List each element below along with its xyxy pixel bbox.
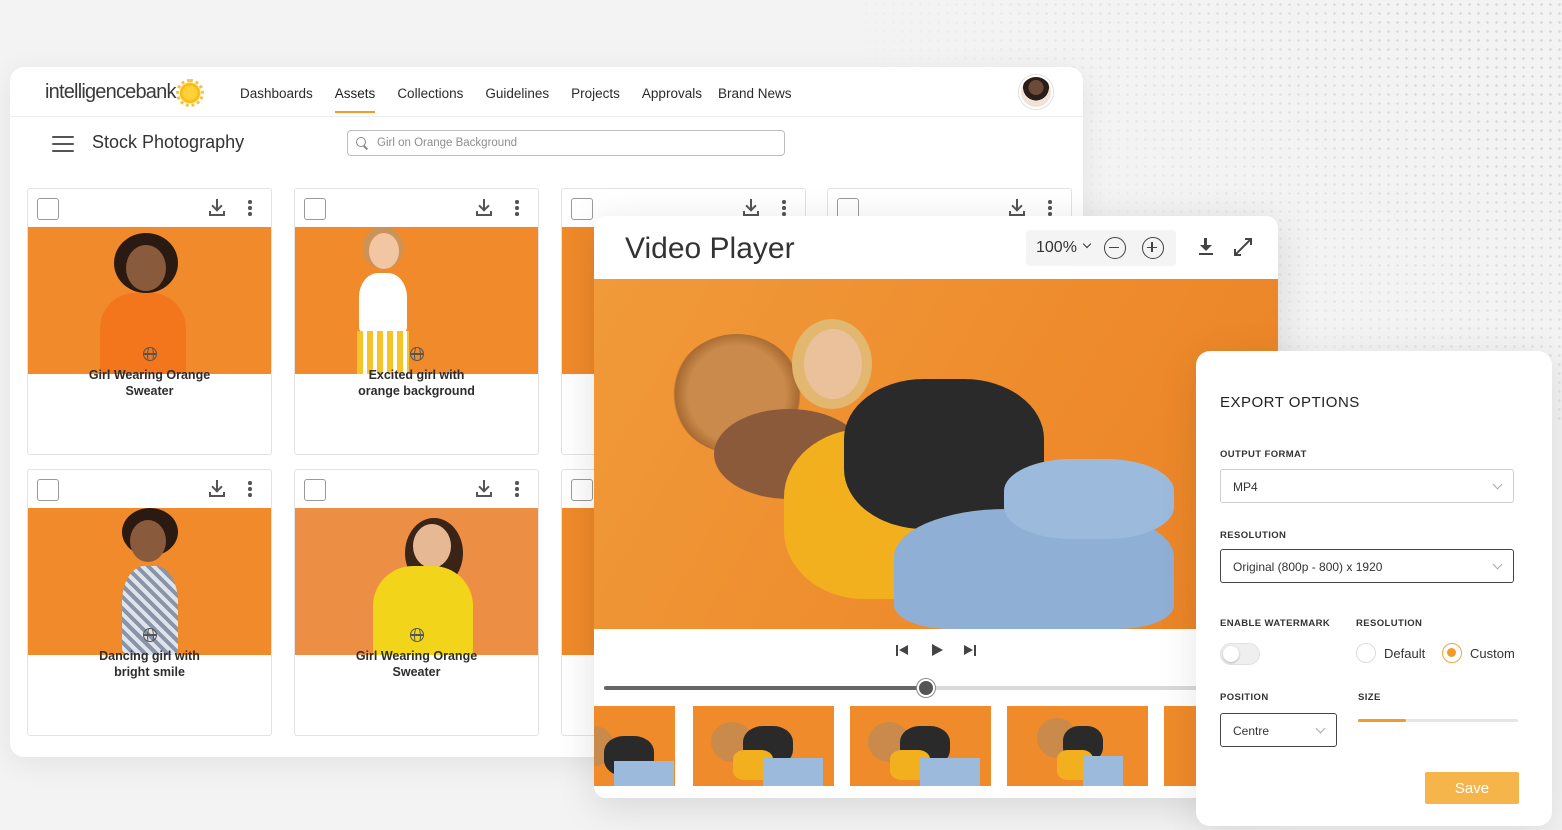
zoom-toolbar: 100% <box>1026 230 1176 266</box>
watermark-label: ENABLE WATERMARK <box>1220 618 1331 629</box>
frame-strip <box>594 706 1278 786</box>
more-options-icon[interactable] <box>782 200 786 216</box>
size-slider-fill <box>1358 719 1406 722</box>
search-bar[interactable] <box>347 130 785 156</box>
nav-dashboards[interactable]: Dashboards <box>240 86 313 101</box>
download-icon[interactable] <box>476 199 492 217</box>
chevron-down-icon <box>1492 559 1503 570</box>
save-button[interactable]: Save <box>1425 772 1519 804</box>
nav-collections[interactable]: Collections <box>397 86 463 101</box>
search-icon <box>356 137 368 149</box>
video-player-window: Video Player 100% <box>594 216 1278 798</box>
position-value: Centre <box>1233 724 1270 738</box>
skip-forward-icon[interactable] <box>964 644 978 658</box>
resolution-mode-label: RESOLUTION <box>1356 618 1423 629</box>
asset-card[interactable]: Excited girl with orange background <box>294 188 539 455</box>
more-options-icon[interactable] <box>515 200 519 216</box>
fullscreen-icon[interactable] <box>1234 238 1252 256</box>
page-title: Stock Photography <box>92 132 245 152</box>
asset-title: Girl Wearing Orange Sweater <box>88 368 211 398</box>
output-format-value: MP4 <box>1233 480 1258 494</box>
size-slider[interactable] <box>1358 719 1518 722</box>
nav-assets[interactable]: Assets <box>334 86 375 113</box>
logo-sun-icon <box>175 78 204 107</box>
asset-title: Dancing girl with bright smile <box>99 649 200 679</box>
playback-controls <box>594 636 1278 666</box>
select-checkbox[interactable] <box>304 479 326 501</box>
select-checkbox[interactable] <box>37 479 59 501</box>
resolution-label: RESOLUTION <box>1220 530 1287 541</box>
main-nav: Dashboards Assets Collections Guidelines… <box>240 86 814 113</box>
radio-custom[interactable] <box>1442 643 1462 663</box>
zoom-level[interactable]: 100% <box>1036 239 1077 257</box>
frame-thumbnail[interactable] <box>693 706 834 786</box>
radio-default[interactable] <box>1356 643 1376 663</box>
nav-brand-news[interactable]: Brand News <box>718 86 792 101</box>
select-checkbox[interactable] <box>304 198 326 220</box>
globe-icon <box>142 628 157 642</box>
export-title: EXPORT OPTIONS <box>1220 394 1360 411</box>
timeline-handle[interactable] <box>917 679 936 697</box>
video-frame[interactable] <box>594 279 1278 629</box>
zoom-out-icon[interactable] <box>1104 237 1126 259</box>
nav-projects[interactable]: Projects <box>571 86 620 101</box>
asset-card[interactable]: Girl Wearing Orange Sweater <box>27 188 272 455</box>
nav-approvals[interactable]: Approvals <box>642 86 702 101</box>
download-icon[interactable] <box>476 480 492 498</box>
download-icon[interactable] <box>209 199 225 217</box>
play-icon[interactable] <box>932 644 946 658</box>
frame-thumbnail[interactable] <box>850 706 991 786</box>
zoom-in-icon[interactable] <box>1142 237 1164 259</box>
watermark-toggle[interactable] <box>1220 643 1260 665</box>
timeline-scrubber[interactable] <box>604 679 1268 697</box>
more-options-icon[interactable] <box>248 481 252 497</box>
globe-icon <box>409 628 424 642</box>
export-options-panel: EXPORT OPTIONS OUTPUT FORMAT MP4 RESOLUT… <box>1196 351 1552 826</box>
radio-default-label[interactable]: Default <box>1384 646 1425 661</box>
globe-icon <box>142 347 157 361</box>
resolution-select[interactable]: Original (800p - 800) x 1920 <box>1220 549 1514 583</box>
skip-back-icon[interactable] <box>896 644 910 658</box>
menu-icon[interactable] <box>52 136 74 152</box>
select-checkbox[interactable] <box>571 198 593 220</box>
globe-icon <box>409 347 424 361</box>
asset-card[interactable]: Girl Wearing Orange Sweater <box>294 469 539 736</box>
chevron-down-icon <box>1492 479 1503 490</box>
output-format-label: OUTPUT FORMAT <box>1220 449 1307 460</box>
download-icon[interactable] <box>1198 238 1214 256</box>
user-avatar[interactable] <box>1019 75 1053 109</box>
logo[interactable]: intelligencebank <box>45 78 204 107</box>
position-label: POSITION <box>1220 692 1269 703</box>
radio-custom-label[interactable]: Custom <box>1470 646 1515 661</box>
size-label: SIZE <box>1358 692 1381 703</box>
chevron-down-icon <box>1315 723 1326 734</box>
asset-title: Excited girl with orange background <box>358 368 475 398</box>
player-title: Video Player <box>625 232 795 265</box>
more-options-icon[interactable] <box>248 200 252 216</box>
resolution-value: Original (800p - 800) x 1920 <box>1233 560 1383 574</box>
logo-text: intelligencebank <box>45 81 176 103</box>
download-icon[interactable] <box>1009 199 1025 217</box>
download-icon[interactable] <box>743 199 759 217</box>
frame-thumbnail[interactable] <box>594 706 675 786</box>
frame-thumbnail[interactable] <box>1007 706 1148 786</box>
nav-guidelines[interactable]: Guidelines <box>485 86 549 101</box>
select-checkbox[interactable] <box>571 479 593 501</box>
asset-card[interactable]: Dancing girl with bright smile <box>27 469 272 736</box>
asset-title: Girl Wearing Orange Sweater <box>355 649 478 679</box>
select-checkbox[interactable] <box>37 198 59 220</box>
more-options-icon[interactable] <box>515 481 519 497</box>
position-select[interactable]: Centre <box>1220 713 1337 747</box>
search-input[interactable] <box>377 137 777 149</box>
timeline-progress <box>604 686 927 690</box>
chevron-down-icon[interactable] <box>1082 239 1092 249</box>
download-icon[interactable] <box>209 480 225 498</box>
page-header: Stock Photography <box>10 117 1083 172</box>
top-navigation: intelligencebank Dashboards Assets Colle… <box>10 67 1083 117</box>
output-format-select[interactable]: MP4 <box>1220 469 1514 503</box>
more-options-icon[interactable] <box>1048 200 1052 216</box>
